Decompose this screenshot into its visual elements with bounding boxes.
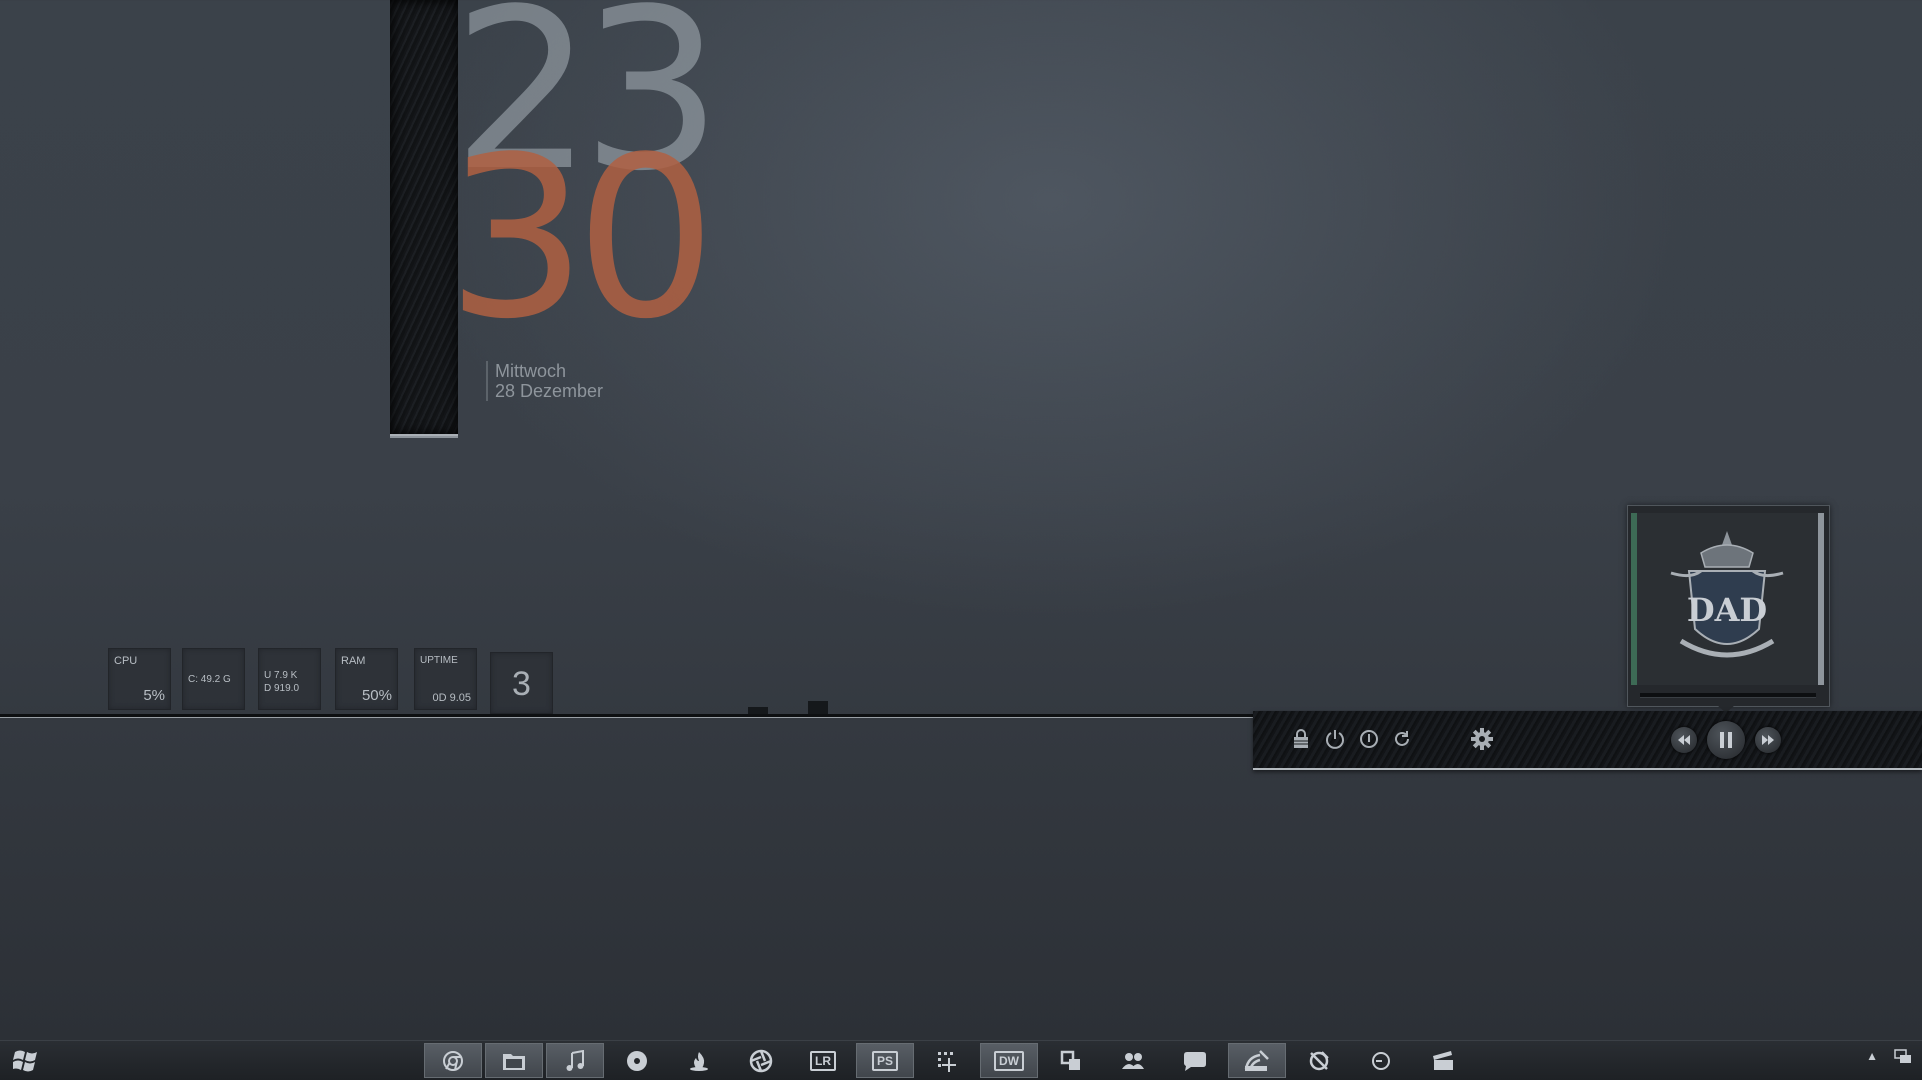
info-icon [1360, 730, 1378, 748]
lock-icon [1294, 729, 1308, 748]
date-day-month: 28 Dezember [495, 381, 604, 401]
taskbar-users[interactable] [1104, 1043, 1162, 1078]
settings-button[interactable] [1469, 726, 1495, 752]
uptime-label: UPTIME [420, 655, 458, 666]
disc-icon [627, 1050, 647, 1071]
taskbar-photoshop[interactable]: PS [856, 1043, 914, 1078]
start-button[interactable] [8, 1045, 44, 1075]
clock-minute: 30 [446, 110, 716, 368]
uptime-value: 0D 9.05 [432, 692, 471, 704]
lightroom-icon: LR [810, 1050, 836, 1071]
taskbar-window-switch[interactable] [1042, 1043, 1100, 1078]
taskbar-no-sign[interactable] [1290, 1043, 1348, 1078]
chrome-icon [443, 1050, 463, 1071]
taskbar-satellite[interactable] [1228, 1043, 1286, 1078]
shelf-blip [808, 701, 828, 714]
burn-icon [690, 1051, 708, 1071]
taskbar-chat[interactable] [1166, 1043, 1224, 1078]
music-note-icon [566, 1049, 584, 1071]
hibernate-button[interactable] [1356, 726, 1382, 752]
network-tray-icon[interactable] [1894, 1049, 1912, 1065]
users-icon [1122, 1052, 1144, 1069]
satellite-icon [1244, 1049, 1269, 1071]
taskbar-lightroom[interactable]: LR [794, 1043, 852, 1078]
aperture-icon [749, 1049, 773, 1072]
window-switch-icon [1060, 1050, 1080, 1070]
cpu-label: CPU [114, 655, 138, 667]
next-icon [1762, 735, 1774, 745]
taskbar-clock[interactable] [1352, 1043, 1410, 1078]
shelf-blip [748, 707, 768, 714]
system-tray: ▲ [1866, 1049, 1912, 1065]
network-values: U 7.9 K D 919.0 [264, 669, 299, 695]
taskbar-dreamweaver[interactable]: DW [980, 1043, 1038, 1078]
play-pause-button[interactable] [1707, 721, 1745, 759]
gear-icon [1471, 728, 1493, 750]
disk-meter: C: 49.2 G [182, 648, 245, 710]
lock-button[interactable] [1288, 726, 1314, 752]
cpu-meter: CPU 5% [108, 648, 171, 710]
taskbar-aperture[interactable] [732, 1043, 790, 1078]
clapper-icon [1433, 1050, 1453, 1070]
date-block: Mittwoch 28 Dezember [486, 361, 603, 401]
clock-icon [1372, 1051, 1390, 1070]
chat-bubble-icon [1184, 1051, 1206, 1071]
album-art-text: DAD [1687, 591, 1767, 629]
taskbar-burn[interactable] [670, 1043, 728, 1078]
ram-label: RAM [341, 655, 366, 667]
network-meter: U 7.9 K D 919.0 [258, 648, 321, 710]
control-panel [1253, 711, 1922, 770]
cpu-value: 5% [143, 687, 165, 704]
taskbar-chrome[interactable] [424, 1043, 482, 1078]
refresh-icon [1395, 731, 1409, 746]
taskbar-snipping[interactable] [918, 1043, 976, 1078]
windows-logo-icon [13, 1050, 37, 1072]
net-upload: U 7.9 K [264, 670, 298, 681]
disk-value: C: 49.2 G [188, 674, 231, 685]
shutdown-button[interactable] [1322, 726, 1348, 752]
taskbar-music[interactable] [546, 1043, 604, 1078]
next-track-button[interactable] [1755, 727, 1781, 753]
counter-widget: 3 [490, 652, 553, 714]
taskbar-clapper[interactable] [1414, 1043, 1472, 1078]
tray-expand-icon[interactable]: ▲ [1866, 1049, 1878, 1065]
uptime-meter: UPTIME 0D 9.05 [414, 648, 477, 710]
folder-icon [503, 1053, 525, 1070]
taskbar-explorer[interactable] [485, 1043, 543, 1078]
previous-track-button[interactable] [1671, 727, 1697, 753]
date-weekday: Mittwoch [495, 361, 567, 381]
snipping-icon [938, 1051, 956, 1072]
taskbar: LR PS DW ▲ [0, 1040, 1922, 1080]
restart-button[interactable] [1389, 726, 1415, 752]
photoshop-icon: PS [871, 1050, 898, 1071]
album-art-widget[interactable]: DAD [1627, 505, 1830, 707]
crest-icon: DAD [1670, 531, 1784, 658]
power-icon [1326, 730, 1344, 749]
ram-value: 50% [361, 687, 392, 704]
pause-icon [1720, 732, 1732, 748]
album-cover: DAD [1631, 513, 1824, 685]
net-download: D 919.0 [264, 683, 300, 694]
previous-icon [1678, 735, 1690, 745]
taskbar-disc[interactable] [608, 1043, 666, 1078]
ram-meter: RAM 50% [335, 648, 398, 710]
track-progress-bar[interactable] [1640, 693, 1816, 698]
no-sign-icon [1309, 1050, 1329, 1070]
dreamweaver-icon: DW [994, 1050, 1024, 1071]
